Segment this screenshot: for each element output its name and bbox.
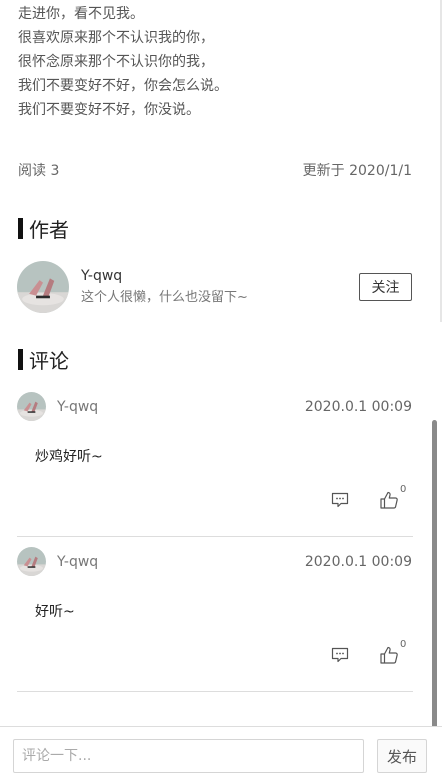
section-title-text: 评论 bbox=[29, 348, 69, 373]
comment-item: Y-qwq 2020.0.1 00:09 炒鸡好听~ 0 bbox=[17, 392, 413, 537]
updated-date: 更新于 2020/1/1 bbox=[302, 163, 412, 179]
comment-time: 2020.0.1 00:09 bbox=[304, 399, 412, 415]
author-avatar[interactable] bbox=[17, 261, 69, 313]
author-description: 这个人很懒，什么也没留下~ bbox=[81, 290, 248, 305]
section-marker bbox=[18, 348, 23, 370]
article-meta: 阅读 3 更新于 2020/1/1 bbox=[18, 158, 412, 182]
comment-avatar[interactable] bbox=[17, 392, 46, 421]
thumbs-up-icon[interactable] bbox=[378, 644, 400, 666]
comment-username[interactable]: Y-qwq bbox=[57, 397, 98, 417]
comment-item: Y-qwq 2020.0.1 00:09 好听~ 0 bbox=[17, 547, 413, 692]
follow-button[interactable]: 关注 bbox=[359, 273, 412, 301]
author-name[interactable]: Y-qwq bbox=[81, 266, 122, 286]
poem-line: 我们不要变好不好，你会怎么说。 bbox=[18, 78, 228, 94]
comment-username[interactable]: Y-qwq bbox=[57, 552, 98, 572]
comment-bubble-icon[interactable] bbox=[330, 490, 350, 510]
section-title-text: 作者 bbox=[29, 217, 69, 242]
thumbs-up-icon[interactable] bbox=[378, 489, 400, 511]
comment-bubble-icon[interactable] bbox=[330, 645, 350, 665]
comment-input-bar: 发布 bbox=[0, 726, 442, 784]
avatar-image bbox=[17, 261, 69, 313]
poem-text: 走进你，看不见我。 很喜欢原来那个不认识我的你， 很怀念原来那个不认识你的我， … bbox=[18, 2, 418, 122]
poem-line: 走进你，看不见我。 bbox=[18, 6, 144, 22]
comment-input[interactable] bbox=[13, 739, 364, 773]
comment-avatar[interactable] bbox=[17, 547, 46, 576]
comments-section-title: 评论 bbox=[18, 345, 69, 373]
scrollbar[interactable] bbox=[432, 420, 437, 776]
comment-time: 2020.0.1 00:09 bbox=[304, 554, 412, 570]
poem-line: 很怀念原来那个不认识你的我， bbox=[18, 54, 214, 70]
like-count: 0 bbox=[400, 484, 407, 495]
avatar-image bbox=[17, 392, 46, 421]
poem-line: 我们不要变好不好，你没说。 bbox=[18, 102, 200, 118]
read-count: 阅读 3 bbox=[18, 163, 60, 179]
avatar-image bbox=[17, 547, 46, 576]
comment-text: 好听~ bbox=[35, 604, 75, 620]
post-button[interactable]: 发布 bbox=[377, 739, 427, 773]
section-marker bbox=[18, 217, 23, 239]
like-count: 0 bbox=[400, 639, 407, 650]
author-section-title: 作者 bbox=[18, 214, 69, 242]
poem-line: 很喜欢原来那个不认识我的你， bbox=[18, 30, 214, 46]
comment-text: 炒鸡好听~ bbox=[35, 449, 103, 465]
